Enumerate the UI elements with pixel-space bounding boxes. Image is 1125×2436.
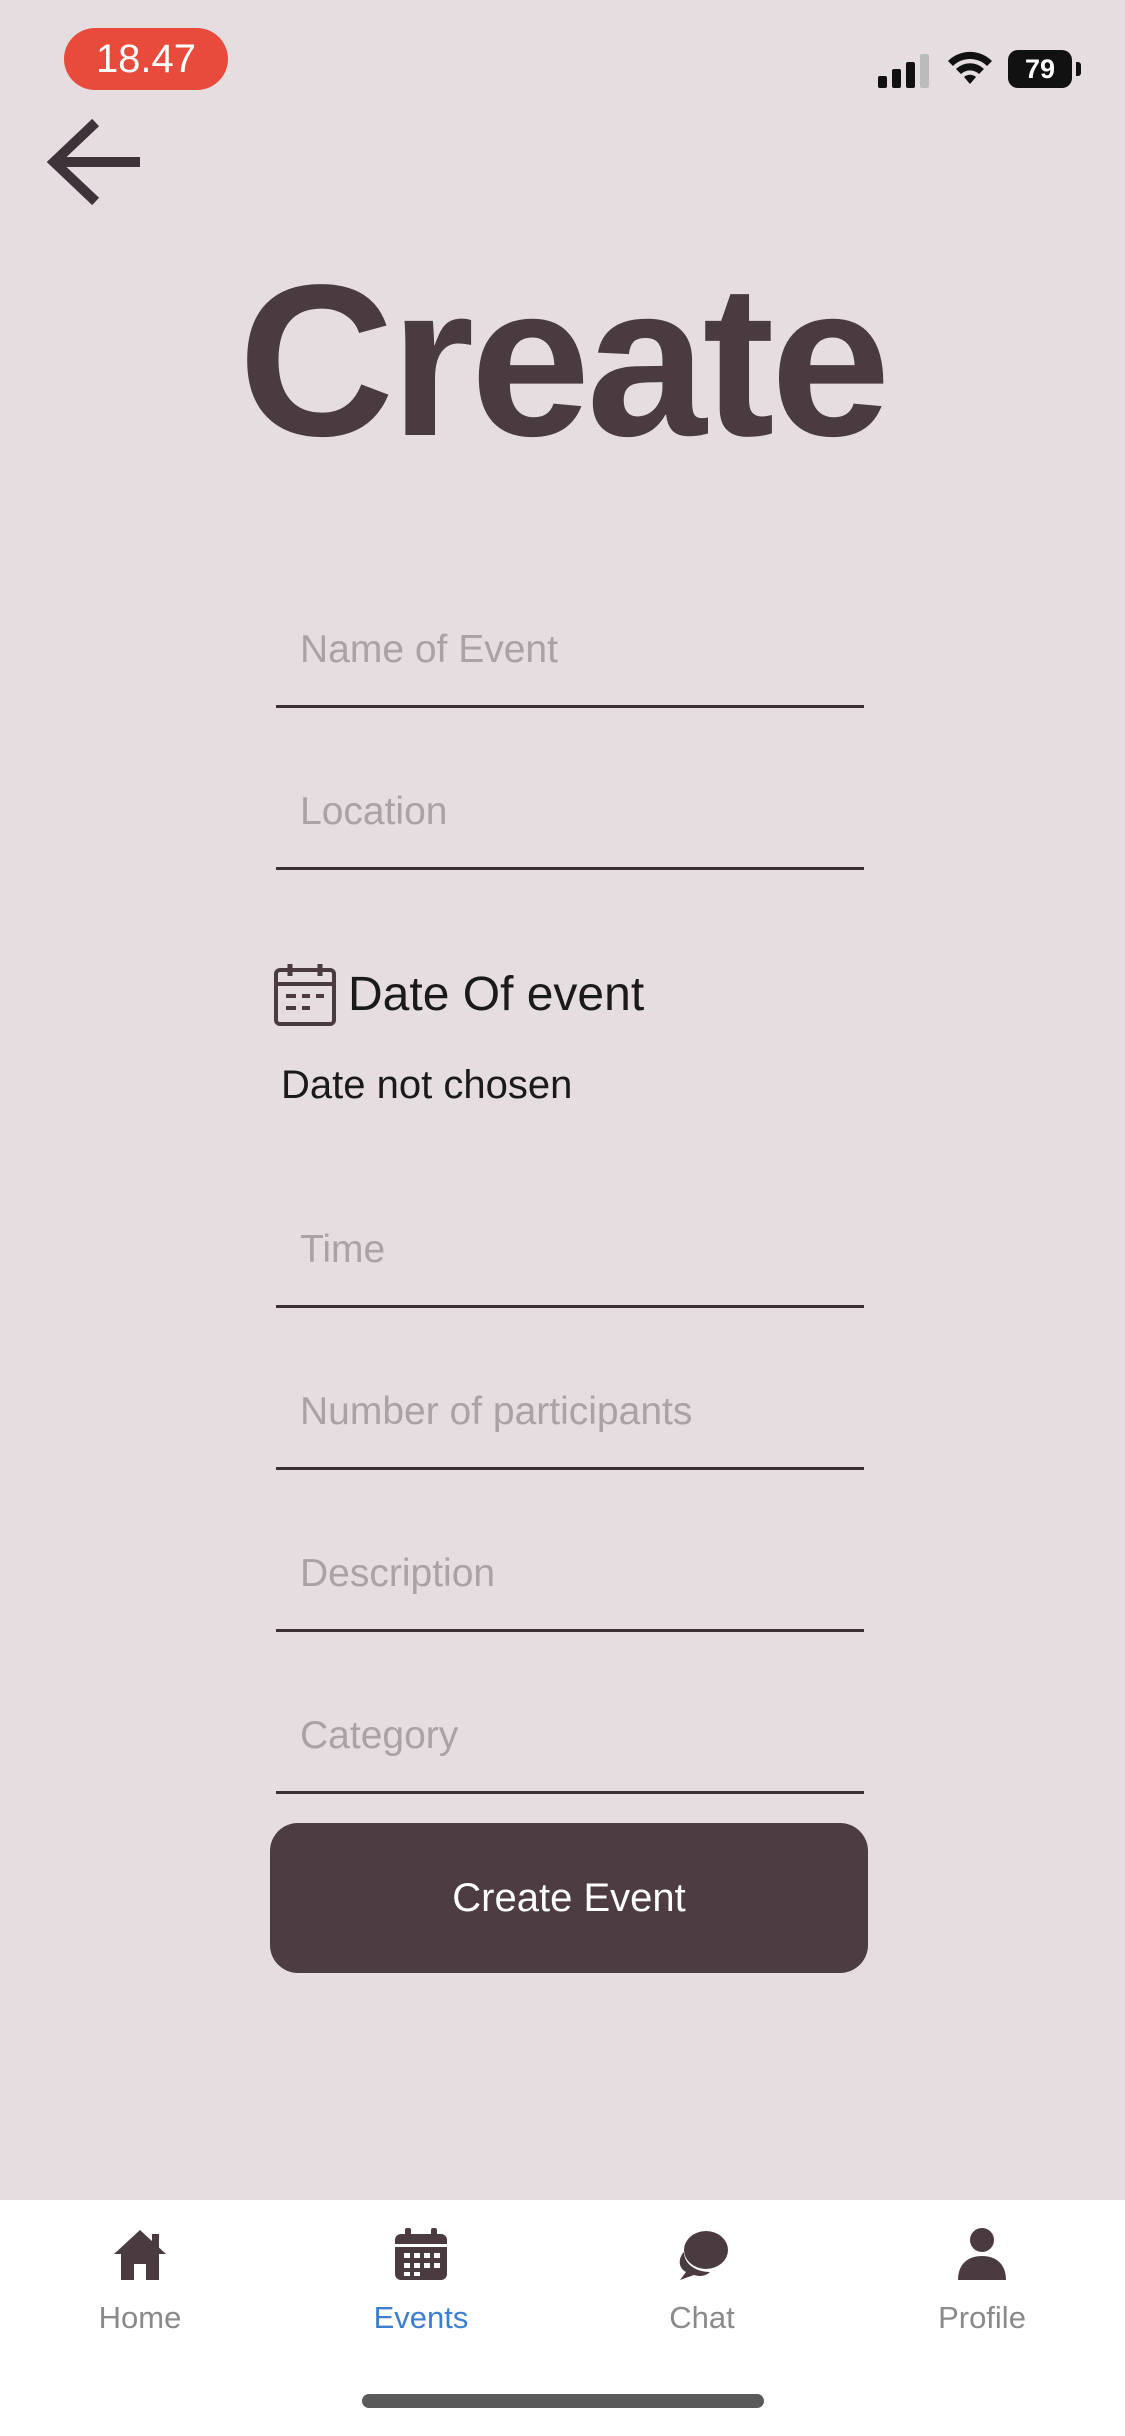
wifi-icon xyxy=(948,51,992,84)
event-name-input[interactable] xyxy=(276,595,864,705)
nav-label-events: Events xyxy=(373,2300,469,2335)
date-picker-button[interactable]: Date Of event xyxy=(272,960,872,1030)
status-time: 18.47 xyxy=(64,28,228,90)
home-indicator[interactable] xyxy=(362,2394,764,2408)
battery-icon: 79 xyxy=(1008,50,1072,88)
nav-item-events[interactable]: Events xyxy=(321,2200,521,2350)
nav-item-chat[interactable]: Chat xyxy=(602,2200,802,2350)
category-input[interactable] xyxy=(276,1681,864,1791)
nav-label-home: Home xyxy=(98,2300,182,2335)
nav-item-home[interactable]: Home xyxy=(40,2200,240,2350)
location-field[interactable] xyxy=(276,757,864,870)
signal-icon xyxy=(878,52,932,88)
date-label: Date Of event xyxy=(348,968,645,1021)
description-field[interactable] xyxy=(276,1519,864,1632)
nav-label-chat: Chat xyxy=(669,2300,735,2335)
nav-item-profile[interactable]: Profile xyxy=(882,2200,1082,2350)
nav-label-profile: Profile xyxy=(938,2300,1026,2335)
participants-field[interactable] xyxy=(276,1357,864,1470)
location-input[interactable] xyxy=(276,757,864,867)
time-field[interactable] xyxy=(276,1195,864,1308)
page-title: Create xyxy=(238,239,890,481)
battery-nub xyxy=(1076,62,1081,76)
time-input[interactable] xyxy=(276,1195,864,1305)
event-name-field[interactable] xyxy=(276,595,864,708)
participants-input[interactable] xyxy=(276,1357,864,1467)
date-status: Date not chosen xyxy=(281,1063,573,1107)
calendar-icon xyxy=(395,2228,447,2280)
back-arrow-icon[interactable] xyxy=(40,112,150,212)
chat-icon xyxy=(679,2231,728,2280)
home-icon xyxy=(114,2230,166,2280)
description-input[interactable] xyxy=(276,1519,864,1629)
create-event-button[interactable]: Create Event xyxy=(270,1823,868,1973)
category-field[interactable] xyxy=(276,1681,864,1794)
calendar-icon xyxy=(274,964,336,1026)
profile-icon xyxy=(958,2228,1006,2280)
